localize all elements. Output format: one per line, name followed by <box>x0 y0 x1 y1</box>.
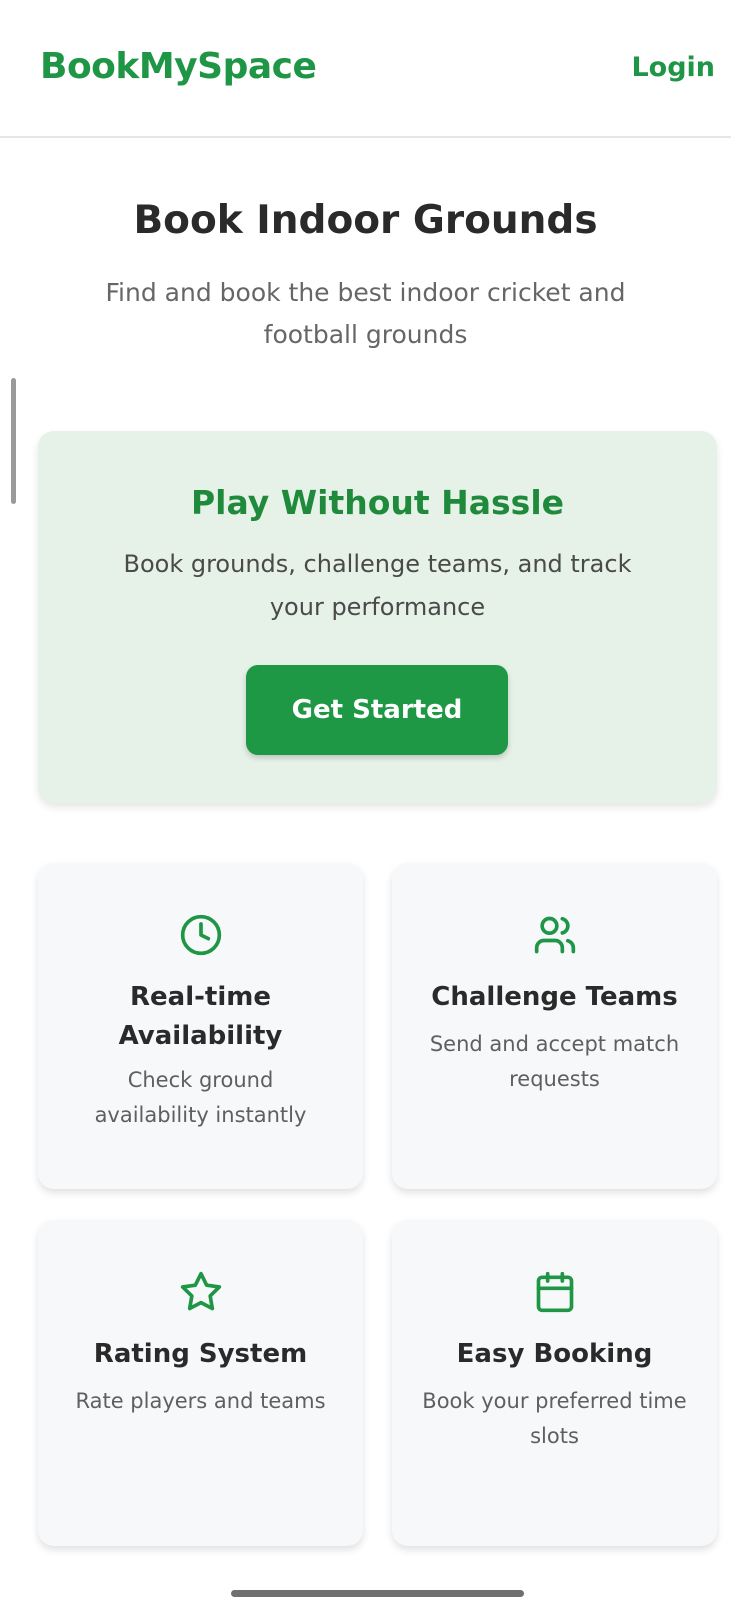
promo-text: Book grounds, challenge teams, and track… <box>123 550 632 621</box>
get-started-button[interactable]: Get Started <box>246 665 508 755</box>
feature-title: Challenge Teams <box>431 982 678 1012</box>
feature-description: Rate players and teams <box>75 1389 326 1413</box>
promo-title: Play Without Hassle <box>190 483 565 522</box>
scrollbar-thumb[interactable] <box>11 378 16 504</box>
promo-card: Play Without Hassle Book grounds, challe… <box>38 431 717 803</box>
feature-title: Easy Booking <box>456 1339 653 1369</box>
brand-logo[interactable]: BookMySpace <box>40 46 317 87</box>
app-header: BookMySpace Login <box>0 0 731 138</box>
page: BookMySpace Login Book Indoor Grounds Fi… <box>0 0 731 1600</box>
clock-icon <box>179 913 223 957</box>
feature-card-challenge-teams: Challenge Teams Send and accept match re… <box>392 863 717 1189</box>
login-link[interactable]: Login <box>631 52 715 83</box>
feature-card-realtime-availability: Real-time Availability Check ground avai… <box>38 863 363 1189</box>
calendar-icon <box>533 1270 577 1314</box>
feature-description: Send and accept match requests <box>429 1032 680 1091</box>
feature-card-easy-booking: Easy Booking Book your preferred time sl… <box>392 1220 717 1546</box>
page-subtitle: Find and book the best indoor cricket an… <box>105 278 626 349</box>
feature-title: Real-time Availability <box>118 982 283 1051</box>
feature-title: Rating System <box>93 1339 308 1369</box>
users-icon <box>533 913 577 957</box>
feature-description: Check ground availability instantly <box>94 1068 307 1127</box>
star-icon <box>179 1270 223 1314</box>
feature-card-rating-system: Rating System Rate players and teams <box>38 1220 363 1546</box>
home-indicator[interactable] <box>231 1590 524 1597</box>
feature-description: Book your preferred time slots <box>422 1389 687 1448</box>
page-title: Book Indoor Grounds <box>133 198 598 243</box>
